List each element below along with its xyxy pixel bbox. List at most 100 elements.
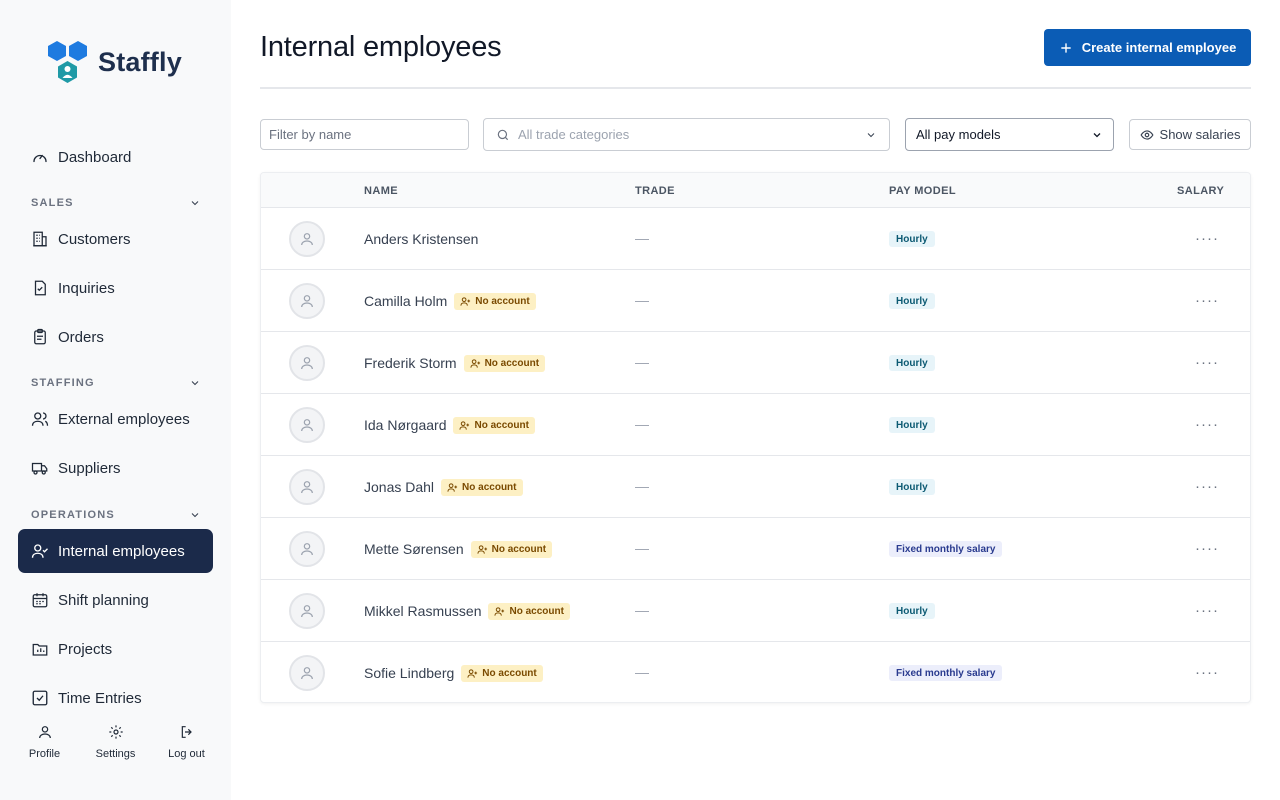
nav-projects-label: Projects [58, 640, 113, 658]
table-row[interactable]: Mikkel Rasmussen No account — Hourly ···· [261, 580, 1250, 642]
avatar [289, 221, 325, 257]
user-plus-icon [467, 668, 478, 678]
pay-model-select[interactable]: All pay models [905, 118, 1114, 151]
nav-inquiries-label: Inquiries [58, 279, 115, 297]
pay-model-badge: Fixed monthly salary [889, 541, 1003, 557]
logout-icon [181, 726, 192, 738]
nav-inquiries[interactable]: Inquiries [18, 266, 213, 310]
user-plus-icon [494, 606, 505, 616]
app-logo[interactable]: Staffly [46, 40, 182, 84]
nav-customers[interactable]: Customers [18, 217, 213, 261]
table-row[interactable]: Sofie Lindberg No account — Fixed monthly s… [261, 642, 1250, 702]
plus-icon [1061, 42, 1071, 53]
salary-hidden-value: ···· [1195, 416, 1219, 433]
chevron-down-icon [867, 132, 875, 137]
profile-button[interactable]: Profile [9, 724, 80, 760]
column-header-name[interactable]: NAME [364, 185, 398, 197]
employee-name[interactable]: Mette Sørensen [364, 541, 464, 557]
trade-cell: — [635, 664, 649, 680]
employee-name[interactable]: Jonas Dahl [364, 479, 434, 495]
pay-model-value: All pay models [916, 127, 1001, 142]
employee-name[interactable]: Frederik Storm [364, 355, 457, 371]
table-row[interactable]: Camilla Holm No account — Hourly ···· [261, 270, 1250, 332]
nav-projects[interactable]: Projects [18, 627, 213, 671]
employee-name[interactable]: Ida Nørgaard [364, 417, 446, 433]
pay-model-badge: Hourly [889, 231, 935, 247]
logo-hexagons-icon [48, 41, 87, 83]
column-header-salary[interactable]: SALARY [1177, 185, 1224, 197]
user-placeholder-icon [301, 233, 313, 246]
user-placeholder-icon [301, 543, 313, 556]
trade-cell: — [635, 602, 649, 618]
nav-external-employees[interactable]: External employees [18, 397, 213, 441]
create-internal-employee-button[interactable]: Create internal employee [1044, 29, 1251, 66]
name-cell: Anders Kristensen [364, 208, 478, 270]
no-account-badge: No account [463, 354, 546, 372]
table-row[interactable]: Mette Sørensen No account — Fixed monthly s… [261, 518, 1250, 580]
user-placeholder-icon [301, 419, 313, 432]
salary-hidden-value: ···· [1195, 540, 1219, 557]
filter-name-input[interactable] [260, 119, 469, 150]
pay-model-badge: Hourly [889, 603, 935, 619]
calendar-icon [32, 593, 48, 608]
user-placeholder-icon [301, 295, 313, 308]
logout-button[interactable]: Log out [151, 724, 222, 760]
pay-model-badge: Hourly [889, 417, 935, 433]
employee-name[interactable]: Sofie Lindberg [364, 665, 454, 681]
trade-cell: — [635, 416, 649, 432]
pay-model-badge: Hourly [889, 355, 935, 371]
employee-name[interactable]: Anders Kristensen [364, 231, 478, 247]
employees-table: NAME TRADE PAY MODEL SALARY Anders Krist… [260, 172, 1251, 703]
table-row[interactable]: Frederik Storm No account — Hourly ···· [261, 332, 1250, 394]
section-operations[interactable]: OPERATIONS [31, 509, 201, 521]
no-account-badge: No account [461, 664, 543, 682]
trade-category-select[interactable]: All trade categories [483, 118, 890, 151]
section-staffing-label: STAFFING [31, 377, 95, 389]
no-account-badge: No account [441, 478, 523, 496]
show-salaries-button[interactable]: Show salaries [1129, 119, 1251, 150]
create-button-label: Create internal employee [1081, 40, 1237, 55]
user-placeholder-icon [301, 605, 313, 618]
table-row[interactable]: Jonas Dahl No account — Hourly ···· [261, 456, 1250, 518]
salary-hidden-value: ···· [1195, 292, 1219, 309]
nav-suppliers[interactable]: Suppliers [18, 446, 213, 490]
sidebar: Staffly Dashboard SALES Customers Inquir… [0, 0, 231, 800]
sidebar-footer: Profile Settings Log out [0, 724, 231, 760]
user-placeholder-icon [301, 357, 313, 370]
user-plus-icon [460, 296, 471, 306]
nav-time-entries[interactable]: Time Entries [18, 676, 213, 720]
section-staffing[interactable]: STAFFING [31, 377, 201, 389]
no-account-label: No account [475, 295, 530, 307]
employee-name[interactable]: Camilla Holm [364, 293, 447, 309]
search-icon [497, 129, 509, 140]
nav-shift-planning[interactable]: Shift planning [18, 578, 213, 622]
nav-internal-employees[interactable]: Internal employees [18, 529, 213, 573]
pay-model-badge: Hourly [889, 479, 935, 495]
show-salaries-label: Show salaries [1159, 127, 1241, 142]
table-row[interactable]: Anders Kristensen — Hourly ···· [261, 208, 1250, 270]
table-row[interactable]: Ida Nørgaard No account — Hourly ···· [261, 394, 1250, 456]
section-sales[interactable]: SALES [31, 197, 201, 209]
nav-time-entries-label: Time Entries [58, 689, 142, 707]
no-account-label: No account [462, 481, 517, 493]
column-header-trade[interactable]: TRADE [635, 185, 675, 197]
name-cell: Mette Sørensen No account [364, 518, 553, 580]
settings-button[interactable]: Settings [80, 724, 151, 760]
no-account-label: No account [482, 667, 537, 679]
salary-hidden-value: ···· [1195, 354, 1219, 371]
nav-customers-label: Customers [58, 230, 131, 248]
nav-shift-planning-label: Shift planning [58, 591, 149, 609]
no-account-badge: No account [488, 602, 570, 620]
avatar [289, 283, 325, 319]
employee-name[interactable]: Mikkel Rasmussen [364, 603, 481, 619]
building-icon [33, 231, 47, 247]
checkbox-icon [32, 690, 48, 706]
nav-orders[interactable]: Orders [18, 315, 213, 359]
nav-external-employees-label: External employees [58, 410, 190, 428]
nav-dashboard[interactable]: Dashboard [18, 135, 213, 179]
trade-cell: — [635, 354, 649, 370]
folder-chart-icon [32, 643, 48, 656]
column-header-pay-model[interactable]: PAY MODEL [889, 185, 956, 197]
trade-cell: — [635, 292, 649, 308]
name-cell: Camilla Holm No account [364, 270, 536, 332]
